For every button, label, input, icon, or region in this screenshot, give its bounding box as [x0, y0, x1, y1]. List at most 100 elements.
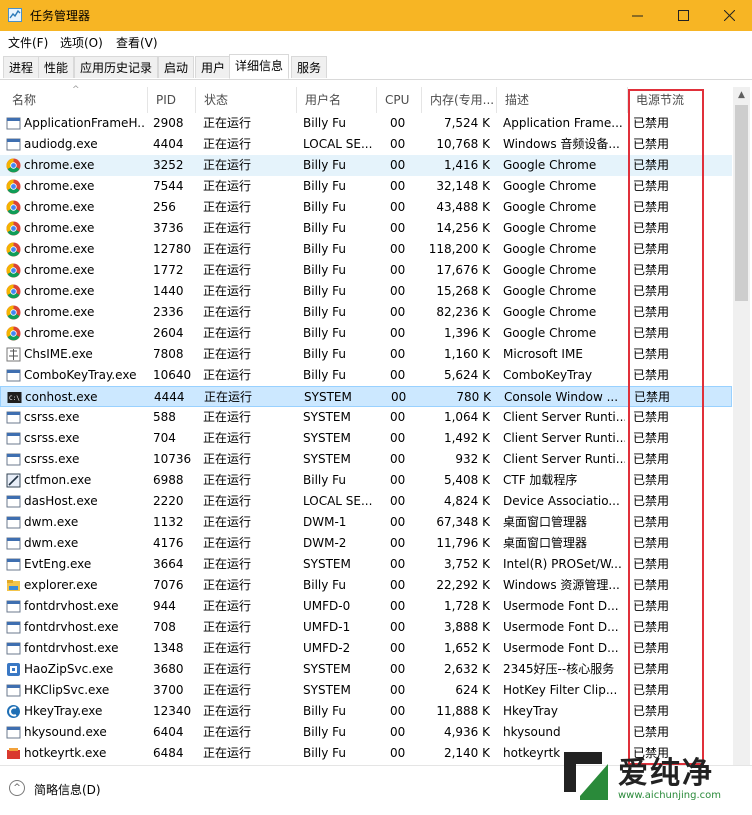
table-row[interactable]: chrome.exe 1440 正在运行 Billy Fu 00 15,268 K Goog… — [0, 281, 732, 302]
watermark-url: www.aichunjing.com — [618, 790, 721, 801]
table-row[interactable]: fontdrvhost.exe 1348 正在运行 UMFD-2 00 1,652 K Us… — [0, 638, 732, 659]
tab-performance[interactable]: 性能 — [38, 56, 75, 78]
process-description: Usermode Font D... — [503, 641, 619, 655]
process-name: chrome.exe — [24, 221, 95, 235]
tab-app-history[interactable]: 应用历史记录 — [74, 56, 159, 78]
menu-view[interactable]: 查看(V) — [116, 34, 158, 51]
process-status: 正在运行 — [203, 221, 252, 235]
close-button[interactable] — [706, 0, 752, 31]
chevron-up-icon[interactable]: ^ — [9, 780, 25, 796]
process-cpu: 00 — [390, 200, 406, 214]
table-row[interactable]: audiodg.exe 4404 正在运行 LOCAL SE... 00 10,768 K… — [0, 134, 732, 155]
tab-startup[interactable]: 启动 — [158, 56, 195, 78]
maximize-button[interactable] — [660, 0, 706, 31]
generic-window-icon — [6, 537, 21, 550]
table-row[interactable]: HaoZipSvc.exe 3680 正在运行 SYSTEM 00 2,632 K 2345… — [0, 659, 732, 680]
process-username: Billy Fu — [303, 158, 347, 172]
process-description: Google Chrome — [503, 221, 597, 235]
process-pid: 1440 — [153, 284, 184, 298]
menu-file[interactable]: 文件(F) — [8, 34, 48, 51]
table-row[interactable]: chrome.exe 7544 正在运行 Billy Fu 00 32,148 K Goog… — [0, 176, 732, 197]
column-memory[interactable]: 内存(专用... — [422, 87, 497, 113]
tab-services[interactable]: 服务 — [291, 56, 328, 78]
table-row[interactable]: fontdrvhost.exe 944 正在运行 UMFD-0 00 1,728 K Use… — [0, 596, 732, 617]
table-row[interactable]: fontdrvhost.exe 708 正在运行 UMFD-1 00 3,888 K Use… — [0, 617, 732, 638]
generic-window-icon — [6, 726, 21, 739]
generic-window-icon — [6, 495, 21, 508]
process-power-throttling: 已禁用 — [633, 599, 670, 613]
title-bar[interactable]: 任务管理器 — [0, 0, 752, 31]
table-row[interactable]: chrome.exe 12780 正在运行 Billy Fu 00 118,200 K Go… — [0, 239, 732, 260]
tab-processes[interactable]: 进程 — [3, 56, 40, 78]
process-name: chrome.exe — [24, 179, 95, 193]
table-row[interactable]: explorer.exe 7076 正在运行 Billy Fu 00 22,292 K Wi… — [0, 575, 732, 596]
column-cpu[interactable]: CPU — [377, 87, 422, 113]
scroll-up-icon[interactable]: ▲ — [733, 87, 750, 104]
process-cpu: 00 — [390, 746, 406, 760]
process-memory: 5,624 K — [443, 368, 490, 382]
table-row[interactable]: csrss.exe 588 正在运行 SYSTEM 00 1,064 K Client Se… — [0, 407, 732, 428]
process-status: 正在运行 — [203, 263, 252, 277]
table-row[interactable]: ApplicationFrameH... 2908 正在运行 Billy Fu 00 7,… — [0, 113, 732, 134]
table-row[interactable]: HKClipSvc.exe 3700 正在运行 SYSTEM 00 624 K HotKey… — [0, 680, 732, 701]
table-row[interactable]: csrss.exe 10736 正在运行 SYSTEM 00 932 K Client Se… — [0, 449, 732, 470]
table-row[interactable]: dasHost.exe 2220 正在运行 LOCAL SE... 00 4,824 K D… — [0, 491, 732, 512]
process-pid: 4176 — [153, 536, 184, 550]
process-pid: 6484 — [153, 746, 184, 760]
table-row[interactable]: chrome.exe 2604 正在运行 Billy Fu 00 1,396 K Googl… — [0, 323, 732, 344]
table-row[interactable]: HkeyTray.exe 12340 正在运行 Billy Fu 00 11,888 K H… — [0, 701, 732, 722]
table-row[interactable]: dwm.exe 4176 正在运行 DWM-2 00 11,796 K 桌面窗口管理器 已禁用 — [0, 533, 732, 554]
process-username: UMFD-2 — [303, 641, 351, 655]
process-cpu: 00 — [390, 536, 406, 550]
table-row[interactable]: ChsIME.exe 7808 正在运行 Billy Fu 00 1,160 K Micro… — [0, 344, 732, 365]
process-status: 正在运行 — [203, 683, 252, 697]
process-cpu: 00 — [390, 284, 406, 298]
process-pid: 7808 — [153, 347, 184, 361]
column-description[interactable]: 描述 — [497, 87, 628, 113]
table-row[interactable]: ctfmon.exe 6988 正在运行 Billy Fu 00 5,408 K CTF 加… — [0, 470, 732, 491]
process-username: Billy Fu — [303, 578, 347, 592]
table-row[interactable]: EvtEng.exe 3664 正在运行 SYSTEM 00 3,752 K Intel(R… — [0, 554, 732, 575]
column-header-row: ^ 名称 PID 状态 用户名 CPU 内存(专用... 描述 电源节流 — [0, 85, 732, 113]
process-list[interactable]: ApplicationFrameH... 2908 正在运行 Billy Fu 00 7,… — [0, 113, 732, 765]
table-row[interactable]: csrss.exe 704 正在运行 SYSTEM 00 1,492 K Client Se… — [0, 428, 732, 449]
column-username[interactable]: 用户名 — [297, 87, 377, 113]
process-name: ComboKeyTray.exe — [24, 368, 137, 382]
process-status: 正在运行 — [203, 473, 252, 487]
haozip-icon — [7, 663, 20, 676]
column-power-throttling[interactable]: 电源节流 — [628, 87, 732, 113]
table-row[interactable]: chrome.exe 2336 正在运行 Billy Fu 00 82,236 K Goog… — [0, 302, 732, 323]
table-row[interactable]: ComboKeyTray.exe 10640 正在运行 Billy Fu 00 5,624… — [0, 365, 732, 386]
process-pid: 3736 — [153, 221, 184, 235]
process-name: HkeyTray.exe — [24, 704, 103, 718]
process-memory: 1,396 K — [443, 326, 490, 340]
table-row[interactable]: chrome.exe 256 正在运行 Billy Fu 00 43,488 K Googl… — [0, 197, 732, 218]
process-name: fontdrvhost.exe — [24, 599, 119, 613]
minimize-button[interactable] — [614, 0, 660, 31]
fewer-details-link[interactable]: 简略信息(D) — [34, 781, 101, 798]
chrome-icon — [6, 284, 21, 299]
process-memory: 14,256 K — [436, 221, 490, 235]
ime-icon — [6, 347, 21, 362]
process-pid: 1132 — [153, 515, 184, 529]
process-description: Intel(R) PROSet/W... — [503, 557, 622, 571]
process-pid: 2604 — [153, 326, 184, 340]
process-name: fontdrvhost.exe — [24, 641, 119, 655]
table-row[interactable]: C:\ conhost.exe 4444 正在运行 SYSTEM 00 780 K Conso… — [0, 386, 732, 407]
column-pid[interactable]: PID — [148, 87, 196, 113]
chrome-icon — [6, 200, 21, 215]
column-name[interactable]: ^ 名称 — [4, 85, 148, 113]
scrollbar-thumb[interactable] — [735, 105, 748, 301]
table-row[interactable]: chrome.exe 3736 正在运行 Billy Fu 00 14,256 K Goog… — [0, 218, 732, 239]
tab-details[interactable]: 详细信息 — [229, 54, 290, 79]
tab-users[interactable]: 用户 — [195, 56, 232, 78]
vertical-scrollbar[interactable]: ▲ — [733, 87, 750, 765]
table-row[interactable]: dwm.exe 1132 正在运行 DWM-1 00 67,348 K 桌面窗口管理器 已禁用 — [0, 512, 732, 533]
column-status[interactable]: 状态 — [196, 87, 297, 113]
process-username: Billy Fu — [303, 473, 347, 487]
process-memory: 5,408 K — [443, 473, 490, 487]
generic-window-icon — [6, 369, 21, 382]
table-row[interactable]: chrome.exe 1772 正在运行 Billy Fu 00 17,676 K Goog… — [0, 260, 732, 281]
table-row[interactable]: chrome.exe 3252 正在运行 Billy Fu 00 1,416 K Googl… — [0, 155, 732, 176]
menu-options[interactable]: 选项(O) — [60, 34, 103, 51]
